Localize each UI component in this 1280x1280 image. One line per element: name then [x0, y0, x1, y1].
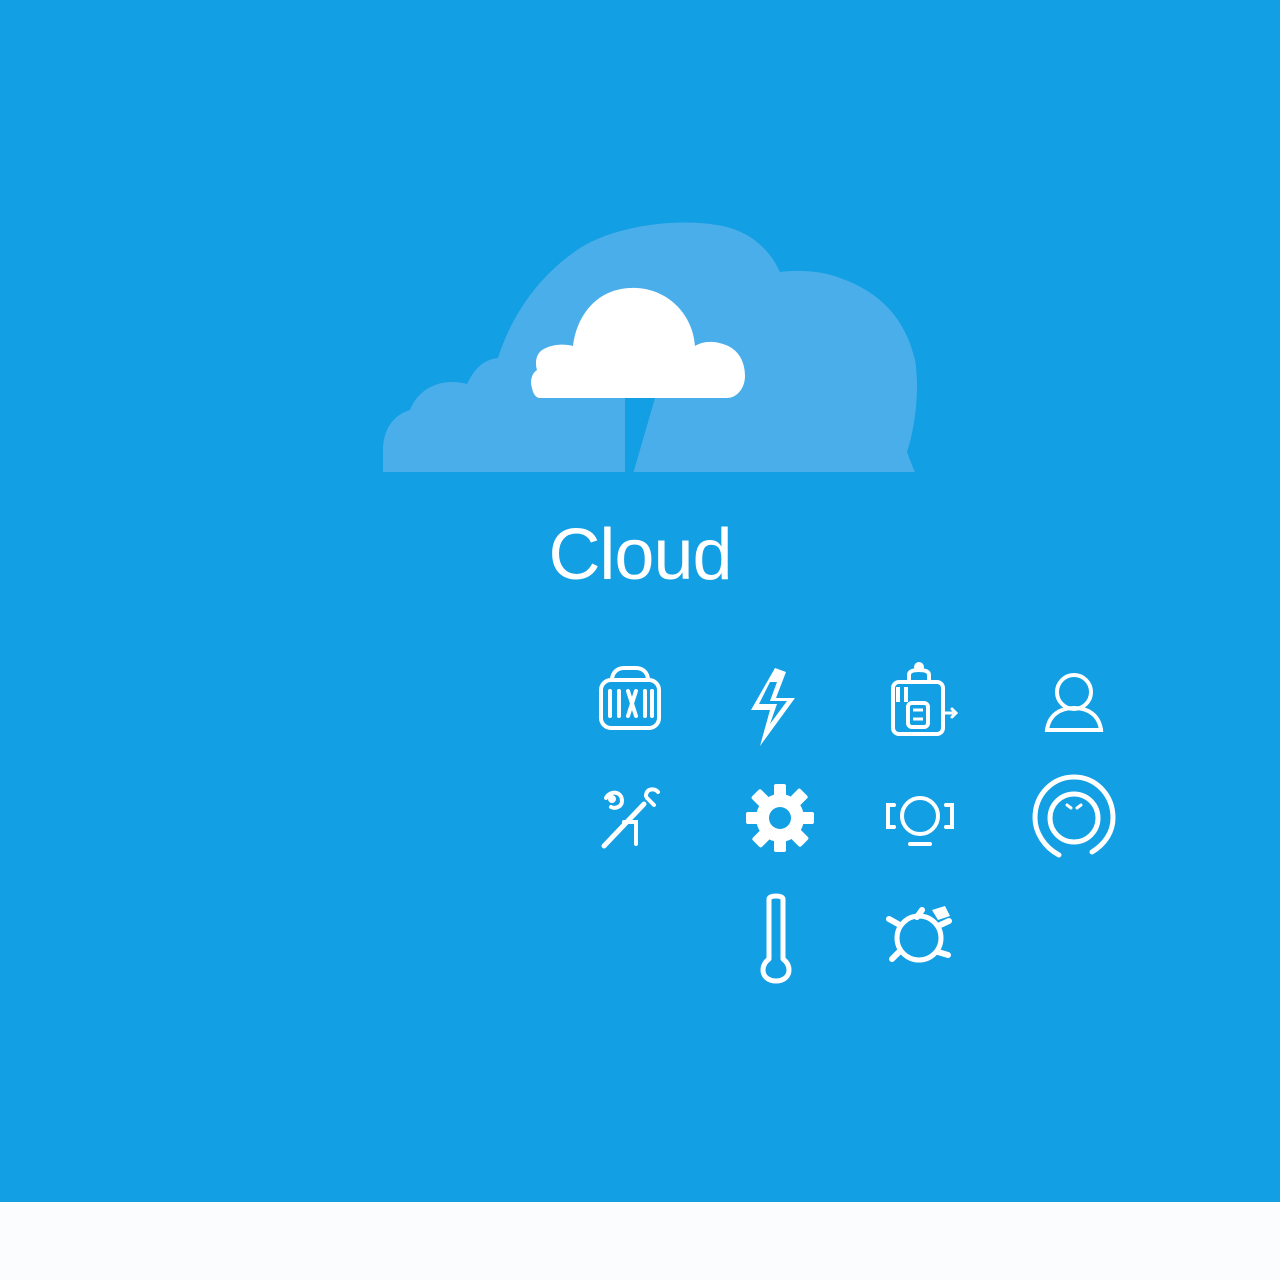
- lock-icon[interactable]: [874, 658, 966, 750]
- footer-strip: [0, 1202, 1280, 1280]
- lightning-bolt-icon[interactable]: [726, 660, 818, 752]
- user-icon[interactable]: [1028, 658, 1120, 750]
- app-screen: [0, 0, 1280, 1202]
- target-icon[interactable]: [1028, 774, 1120, 866]
- thermometer-icon[interactable]: [730, 890, 822, 982]
- gear-icon[interactable]: [734, 772, 826, 864]
- camera-icon[interactable]: [874, 774, 966, 866]
- page-title: Cloud: [548, 515, 732, 595]
- server-rack-icon[interactable]: [584, 658, 676, 750]
- tools-icon[interactable]: [584, 774, 676, 866]
- bug-icon[interactable]: [874, 892, 966, 984]
- cloud-hero-icon: [375, 190, 925, 485]
